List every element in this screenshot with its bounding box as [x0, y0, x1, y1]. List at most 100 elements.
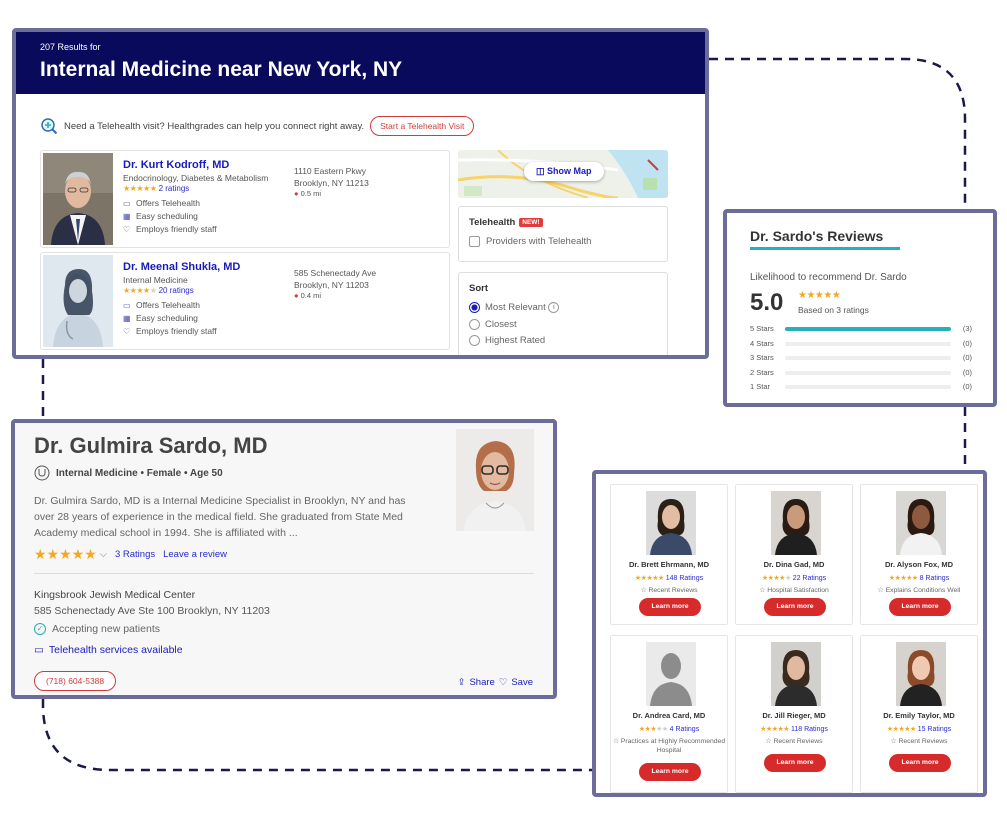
- highlight-note: ☆ Explains Conditions Well: [861, 586, 977, 595]
- bar-label: 4 Stars: [750, 338, 774, 348]
- rating-bar-row: 2 Stars (0): [750, 368, 972, 378]
- highlight-note: ☆ Recent Reviews: [736, 737, 852, 746]
- profile-name: Dr. Gulmira Sardo, MD: [34, 433, 268, 458]
- doctor-address: 1110 Eastern Pkwy Brooklyn, NY 11213: [294, 165, 369, 189]
- doctor-photo: [896, 491, 946, 555]
- map-icon: ◫: [536, 166, 545, 176]
- video-icon: ▭: [123, 198, 131, 208]
- ratings-link[interactable]: 22 Ratings: [793, 575, 826, 582]
- profile-stars: ★★★★★: [34, 546, 97, 562]
- doctor-name[interactable]: Dr. Alyson Fox, MD: [861, 560, 977, 569]
- similar-doctor-card[interactable]: Dr. Dina Gad, MD ★★★★★ 22 Ratings ☆ Hospit…: [735, 484, 853, 625]
- radio[interactable]: [469, 319, 480, 330]
- bar-label: 1 Star: [750, 382, 771, 391]
- note-icon: ☆: [765, 738, 772, 745]
- doctor-name[interactable]: Dr. Jill Rieger, MD: [736, 711, 852, 720]
- ratings-link[interactable]: 8 Ratings: [920, 575, 950, 582]
- sort-option-closest[interactable]: Closest: [469, 319, 657, 330]
- profile-address: 585 Schenectady Ave Ste 100 Brooklyn, NY…: [34, 605, 270, 617]
- feature-label: Offers Telehealth: [136, 198, 200, 208]
- feature-label: Easy scheduling: [136, 313, 198, 323]
- doctor-name-link[interactable]: Dr. Kurt Kodroff, MD: [123, 159, 229, 171]
- feature-label: Easy scheduling: [136, 211, 198, 221]
- similar-doctors-panel: Dr. Brett Ehrmann, MD ★★★★★ 148 Ratings ☆ …: [592, 470, 987, 797]
- phone-button[interactable]: (718) 604-5388: [34, 671, 117, 691]
- chevron-down-icon[interactable]: ⌵: [100, 549, 107, 560]
- bar-label: 5 Stars: [750, 324, 774, 333]
- start-telehealth-button[interactable]: Start a Telehealth Visit: [370, 116, 475, 136]
- radio[interactable]: [469, 335, 480, 346]
- rating-row: ★★★★★ 4 Ratings: [611, 725, 727, 733]
- share-button[interactable]: Share: [469, 677, 494, 688]
- share-icon[interactable]: ⇪: [457, 677, 465, 688]
- telehealth-checkbox[interactable]: [469, 236, 480, 247]
- star-rating: ★★★★★: [123, 184, 157, 193]
- stethoscope-icon: [34, 465, 50, 481]
- ratings-link[interactable]: 148 Ratings: [666, 575, 703, 582]
- highlight-note: ☆ Practices at Highly Recommended Hospit…: [611, 737, 727, 755]
- show-map-label: Show Map: [547, 166, 592, 176]
- highlight-note: ☆ Hospital Satisfaction: [736, 586, 852, 595]
- telehealth-checkbox-row[interactable]: Providers with Telehealth: [469, 236, 657, 247]
- subtitle-text: Internal Medicine • Female • Age 50: [56, 467, 223, 479]
- radio-label: Highest Rated: [485, 335, 546, 346]
- learn-more-button[interactable]: Learn more: [889, 598, 951, 616]
- note-text: Recent Reviews: [898, 738, 948, 745]
- ratings-link[interactable]: 15 Ratings: [918, 726, 951, 733]
- ratings-link[interactable]: 4 Ratings: [670, 726, 700, 733]
- rating-row: ★★★★★ 148 Ratings: [611, 574, 727, 582]
- profile-actions: ⇪ Share ♡ Save: [457, 677, 533, 688]
- laptop-icon: ▭: [34, 644, 44, 656]
- heart-icon[interactable]: ♡: [499, 677, 508, 688]
- learn-more-button[interactable]: Learn more: [639, 763, 701, 781]
- leave-review-link[interactable]: Leave a review: [163, 549, 227, 560]
- doctor-name-link[interactable]: Dr. Meenal Shukla, MD: [123, 261, 240, 273]
- checkbox-label: Providers with Telehealth: [486, 236, 592, 247]
- ratings-link[interactable]: 118 Ratings: [791, 726, 828, 733]
- info-icon[interactable]: i: [548, 302, 560, 313]
- learn-more-button[interactable]: Learn more: [764, 754, 826, 772]
- note-icon: ☆: [759, 587, 766, 594]
- overall-stars: ★★★★★: [798, 290, 841, 301]
- similar-doctor-card[interactable]: Dr. Emily Taylor, MD ★★★★★ 15 Ratings ☆ Re…: [860, 635, 978, 793]
- learn-more-button[interactable]: Learn more: [889, 754, 951, 772]
- doctor-photo: [896, 642, 946, 706]
- address-line: 1110 Eastern Pkwy: [294, 166, 366, 176]
- similar-doctor-card[interactable]: Dr. Jill Rieger, MD ★★★★★ 118 Ratings ☆ Re…: [735, 635, 853, 793]
- bar-count: (0): [962, 382, 972, 391]
- bar-count: (0): [962, 353, 972, 362]
- map-pin-icon: ●: [294, 291, 299, 300]
- sort-option-most-relevant[interactable]: Most Relevant i: [469, 302, 657, 313]
- sort-option-highest-rated[interactable]: Highest Rated: [469, 335, 657, 346]
- doctor-name[interactable]: Dr. Dina Gad, MD: [736, 560, 852, 569]
- calendar-icon: ▦: [123, 211, 131, 221]
- ratings-link[interactable]: 20 ratings: [159, 286, 194, 295]
- check-circle-icon: ✓: [34, 623, 46, 635]
- telehealth-services[interactable]: ▭ Telehealth services available: [34, 644, 183, 656]
- result-card[interactable]: Dr. Kurt Kodroff, MD Endocrinology, Diab…: [40, 150, 450, 248]
- learn-more-button[interactable]: Learn more: [764, 598, 826, 616]
- rating-bar-row: 3 Stars (0): [750, 353, 972, 363]
- doctor-name[interactable]: Dr. Brett Ehrmann, MD: [611, 560, 727, 569]
- save-button[interactable]: Save: [511, 677, 533, 688]
- star-rating: ★★★★★: [634, 575, 664, 582]
- similar-doctor-card[interactable]: Dr. Andrea Card, MD ★★★★★ 4 Ratings ☆ Prac…: [610, 635, 728, 793]
- calendar-icon: ▦: [123, 313, 131, 323]
- similar-doctor-card[interactable]: Dr. Brett Ehrmann, MD ★★★★★ 148 Ratings ☆ …: [610, 484, 728, 625]
- address-line: 585 Schenectady Ave: [294, 268, 377, 278]
- radio-selected[interactable]: [469, 302, 480, 313]
- learn-more-button[interactable]: Learn more: [639, 598, 701, 616]
- similar-doctor-card[interactable]: Dr. Alyson Fox, MD ★★★★★ 8 Ratings ☆ Expla…: [860, 484, 978, 625]
- ratings-link[interactable]: 3 Ratings: [115, 549, 155, 560]
- ratings-link[interactable]: 2 ratings: [159, 184, 190, 193]
- doctor-name[interactable]: Dr. Andrea Card, MD: [611, 711, 727, 720]
- sort-filter: Sort Most Relevant i Closest Highest Rat…: [458, 272, 668, 355]
- doctor-name[interactable]: Dr. Emily Taylor, MD: [861, 711, 977, 720]
- note-text: Recent Reviews: [773, 738, 823, 745]
- show-map-button[interactable]: ◫ Show Map: [524, 162, 604, 181]
- map-preview[interactable]: ◫ Show Map: [458, 150, 668, 198]
- hospital-name: Kingsbrook Jewish Medical Center: [34, 589, 196, 601]
- result-card[interactable]: Dr. Meenal Shukla, MD Internal Medicine …: [40, 252, 450, 350]
- telehealth-filter: Telehealth NEW! Providers with Telehealth: [458, 206, 668, 262]
- telehealth-search-icon: [41, 118, 58, 135]
